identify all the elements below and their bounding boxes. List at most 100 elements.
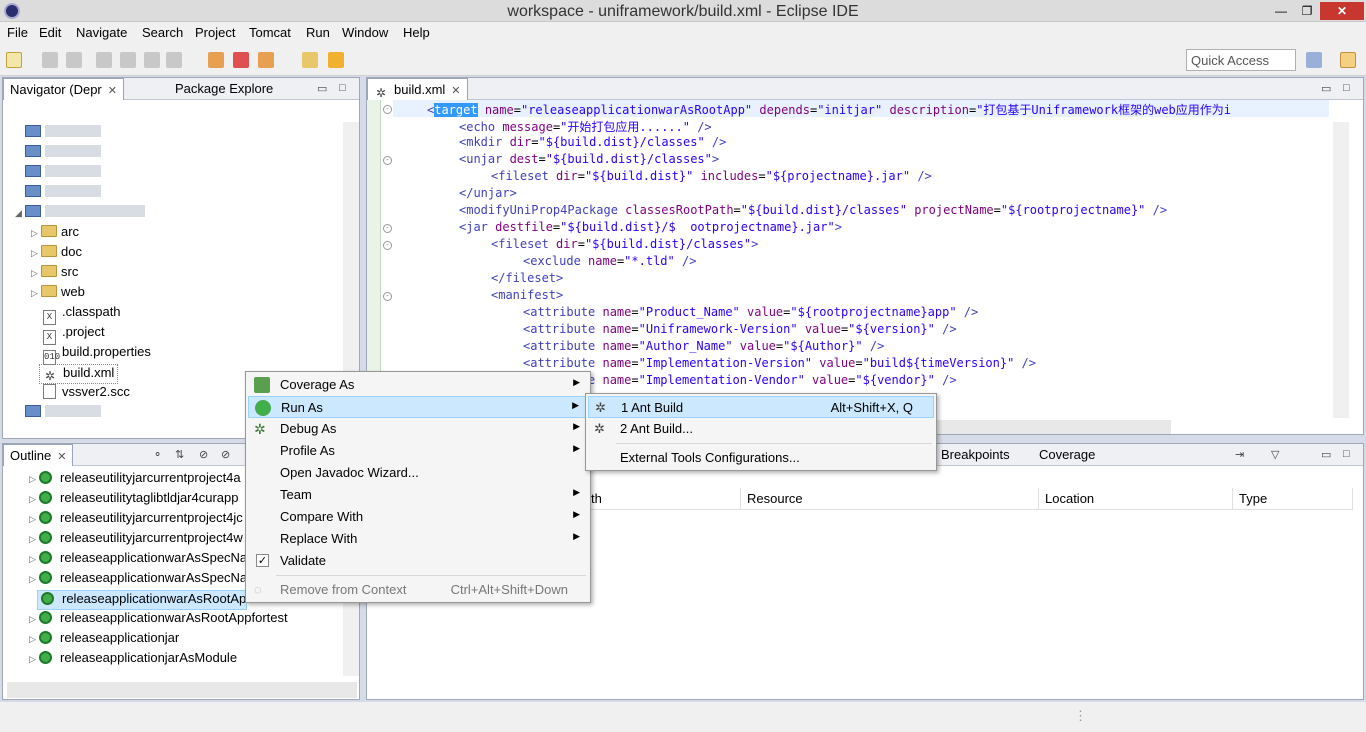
- menu-item-ant-build-1[interactable]: ✲ 1 Ant Build Alt+Shift+X, Q: [588, 396, 934, 418]
- menu-edit[interactable]: Edit: [39, 25, 61, 40]
- column-resource[interactable]: Resource: [741, 488, 1039, 510]
- code-line[interactable]: <jar destfile="${build.dist}/$ ootprojec…: [459, 220, 842, 237]
- outline-item[interactable]: ▷ releaseapplicationwarAsSpecNa: [29, 550, 247, 570]
- open-folder-icon[interactable]: [302, 52, 318, 68]
- close-button[interactable]: ✕: [1320, 2, 1364, 20]
- save-all-icon[interactable]: [66, 52, 82, 68]
- code-line[interactable]: <mkdir dir="${build.dist}/classes" />: [459, 135, 726, 152]
- code-line[interactable]: </fileset>: [491, 271, 563, 288]
- open-perspective-icon[interactable]: [1306, 52, 1322, 68]
- code-line[interactable]: <attribute name="Author_Name" value="${A…: [523, 339, 884, 356]
- collapse-icon[interactable]: ▷: [31, 228, 41, 239]
- new-icon[interactable]: [6, 52, 22, 68]
- tab-breakpoints[interactable]: Breakpoints: [935, 444, 1016, 466]
- menu-item-remove-from-context[interactable]: ◌ Remove from Context Ctrl+Alt+Shift+Down: [248, 579, 588, 601]
- tree-item-file[interactable]: X .project: [43, 324, 105, 345]
- code-line[interactable]: </unjar>: [459, 186, 517, 203]
- code-line[interactable]: <fileset dir="${build.dist}" includes="$…: [491, 169, 932, 186]
- tree-item-folder[interactable]: ▷ arc: [31, 224, 79, 244]
- column-location[interactable]: Location: [1039, 488, 1233, 510]
- menu-item-debug-as[interactable]: ✲ Debug As ▶: [248, 418, 588, 440]
- tree-item-file[interactable]: vssver2.scc: [43, 384, 130, 404]
- tab-package-explorer[interactable]: Package Explore: [169, 78, 279, 100]
- tree-item-file[interactable]: 010 build.properties: [43, 344, 151, 365]
- code-line[interactable]: <target name="releaseapplicationwarAsRoo…: [427, 101, 1231, 118]
- menu-search[interactable]: Search: [142, 25, 183, 40]
- menu-window[interactable]: Window: [342, 25, 388, 40]
- tree-item-hidden[interactable]: [25, 124, 101, 144]
- menu-item-compare-with[interactable]: Compare With ▶: [248, 506, 588, 528]
- maximize-icon[interactable]: □: [1343, 448, 1350, 460]
- outline-item[interactable]: ▷ releaseapplicationjar: [29, 630, 179, 650]
- java-perspective-icon[interactable]: [1340, 52, 1356, 68]
- close-icon[interactable]: ✕: [108, 85, 117, 97]
- tab-outline[interactable]: Outline ✕: [3, 444, 74, 466]
- collapse-icon[interactable]: ▷: [31, 288, 41, 299]
- tab-navigator[interactable]: Navigator (Depr ✕: [3, 78, 124, 100]
- run-last-icon[interactable]: [96, 52, 112, 68]
- menu-item-profile-as[interactable]: Profile As ▶: [248, 440, 588, 462]
- menu-help[interactable]: Help: [403, 25, 430, 40]
- wand-icon[interactable]: [328, 52, 344, 68]
- filter-icon[interactable]: ⊘: [199, 448, 208, 461]
- minimize-icon[interactable]: ▭: [1321, 448, 1331, 461]
- outline-item[interactable]: ▷ releaseutilityjarcurrentproject4w: [29, 530, 243, 550]
- filter2-icon[interactable]: ⊘: [221, 448, 230, 461]
- menu-file[interactable]: File: [7, 25, 28, 40]
- collapse-icon[interactable]: ▷: [31, 248, 41, 259]
- tree-item-hidden[interactable]: [25, 404, 101, 424]
- collapse-icon[interactable]: ▷: [29, 634, 39, 645]
- menu-item-run-as[interactable]: Run As ▶: [248, 396, 588, 418]
- tree-item-file-selected[interactable]: ✲ build.xml: [39, 364, 119, 384]
- collapse-icon[interactable]: ▷: [29, 494, 39, 505]
- tree-item-project[interactable]: ◢: [15, 204, 145, 224]
- close-icon[interactable]: ✕: [57, 451, 66, 463]
- tree-item-file[interactable]: X .classpath: [43, 304, 121, 325]
- tomcat-restart-icon[interactable]: [258, 52, 274, 68]
- maximize-icon[interactable]: □: [1343, 82, 1350, 94]
- code-line[interactable]: <manifest>: [491, 288, 563, 305]
- quick-access-field[interactable]: Quick Access: [1186, 49, 1296, 71]
- menu-project[interactable]: Project: [195, 25, 235, 40]
- sort-icon[interactable]: ⇅: [175, 448, 184, 461]
- menu-item-replace-with[interactable]: Replace With ▶: [248, 528, 588, 550]
- resize-grip-icon[interactable]: ⋮: [1074, 708, 1087, 724]
- menu-run[interactable]: Run: [306, 25, 330, 40]
- step-icon[interactable]: [120, 52, 136, 68]
- menu-navigate[interactable]: Navigate: [76, 25, 127, 40]
- column-type[interactable]: Type: [1233, 488, 1353, 510]
- minimize-icon[interactable]: ▭: [317, 82, 327, 95]
- collapse-icon[interactable]: ▷: [29, 554, 39, 565]
- menu-item-open-javadoc-wizard[interactable]: Open Javadoc Wizard...: [248, 462, 588, 484]
- fold-icon[interactable]: -: [383, 292, 392, 301]
- menu-item-external-tools[interactable]: External Tools Configurations...: [588, 447, 934, 469]
- expand-icon[interactable]: ◢: [15, 208, 25, 219]
- outline-hscrollbar[interactable]: [7, 682, 357, 698]
- collapse-icon[interactable]: ▷: [29, 534, 39, 545]
- collapse-icon[interactable]: ▷: [29, 574, 39, 585]
- menu-item-validate[interactable]: ✓ Validate: [248, 550, 588, 572]
- view-menu-icon[interactable]: ▽: [1271, 448, 1279, 461]
- code-line[interactable]: <attribute name="Uniframework-Version" v…: [523, 322, 957, 339]
- pin-icon[interactable]: ⇥: [1235, 448, 1244, 461]
- maximize-button[interactable]: ❐: [1294, 2, 1320, 20]
- tab-coverage[interactable]: Coverage: [1033, 444, 1101, 466]
- minimize-button[interactable]: —: [1268, 2, 1294, 20]
- code-line[interactable]: <attribute name="Product_Name" value="${…: [523, 305, 978, 322]
- tree-item-hidden[interactable]: [25, 164, 101, 184]
- tree-item-hidden[interactable]: [25, 144, 101, 164]
- refresh-icon[interactable]: [144, 52, 160, 68]
- outline-item[interactable]: releaseapplicationwarAsRootAp: [37, 590, 248, 610]
- code-line[interactable]: <fileset dir="${build.dist}/classes">: [491, 237, 758, 254]
- menu-tomcat[interactable]: Tomcat: [249, 25, 291, 40]
- tree-item-folder[interactable]: ▷ web: [31, 284, 85, 304]
- maximize-icon[interactable]: □: [339, 82, 346, 94]
- fold-icon[interactable]: -: [383, 105, 392, 114]
- tree-item-folder[interactable]: ▷ doc: [31, 244, 82, 264]
- code-line[interactable]: <echo message="开始打包应用......" />: [459, 118, 712, 135]
- fold-icon[interactable]: -: [383, 241, 392, 250]
- outline-item[interactable]: ▷ releaseapplicationwarAsSpecNa: [29, 570, 247, 590]
- outline-item[interactable]: ▷ releaseapplicationwarAsRootAppfortest: [29, 610, 288, 630]
- close-icon[interactable]: ✕: [451, 85, 460, 97]
- collapse-icon[interactable]: ▷: [29, 614, 39, 625]
